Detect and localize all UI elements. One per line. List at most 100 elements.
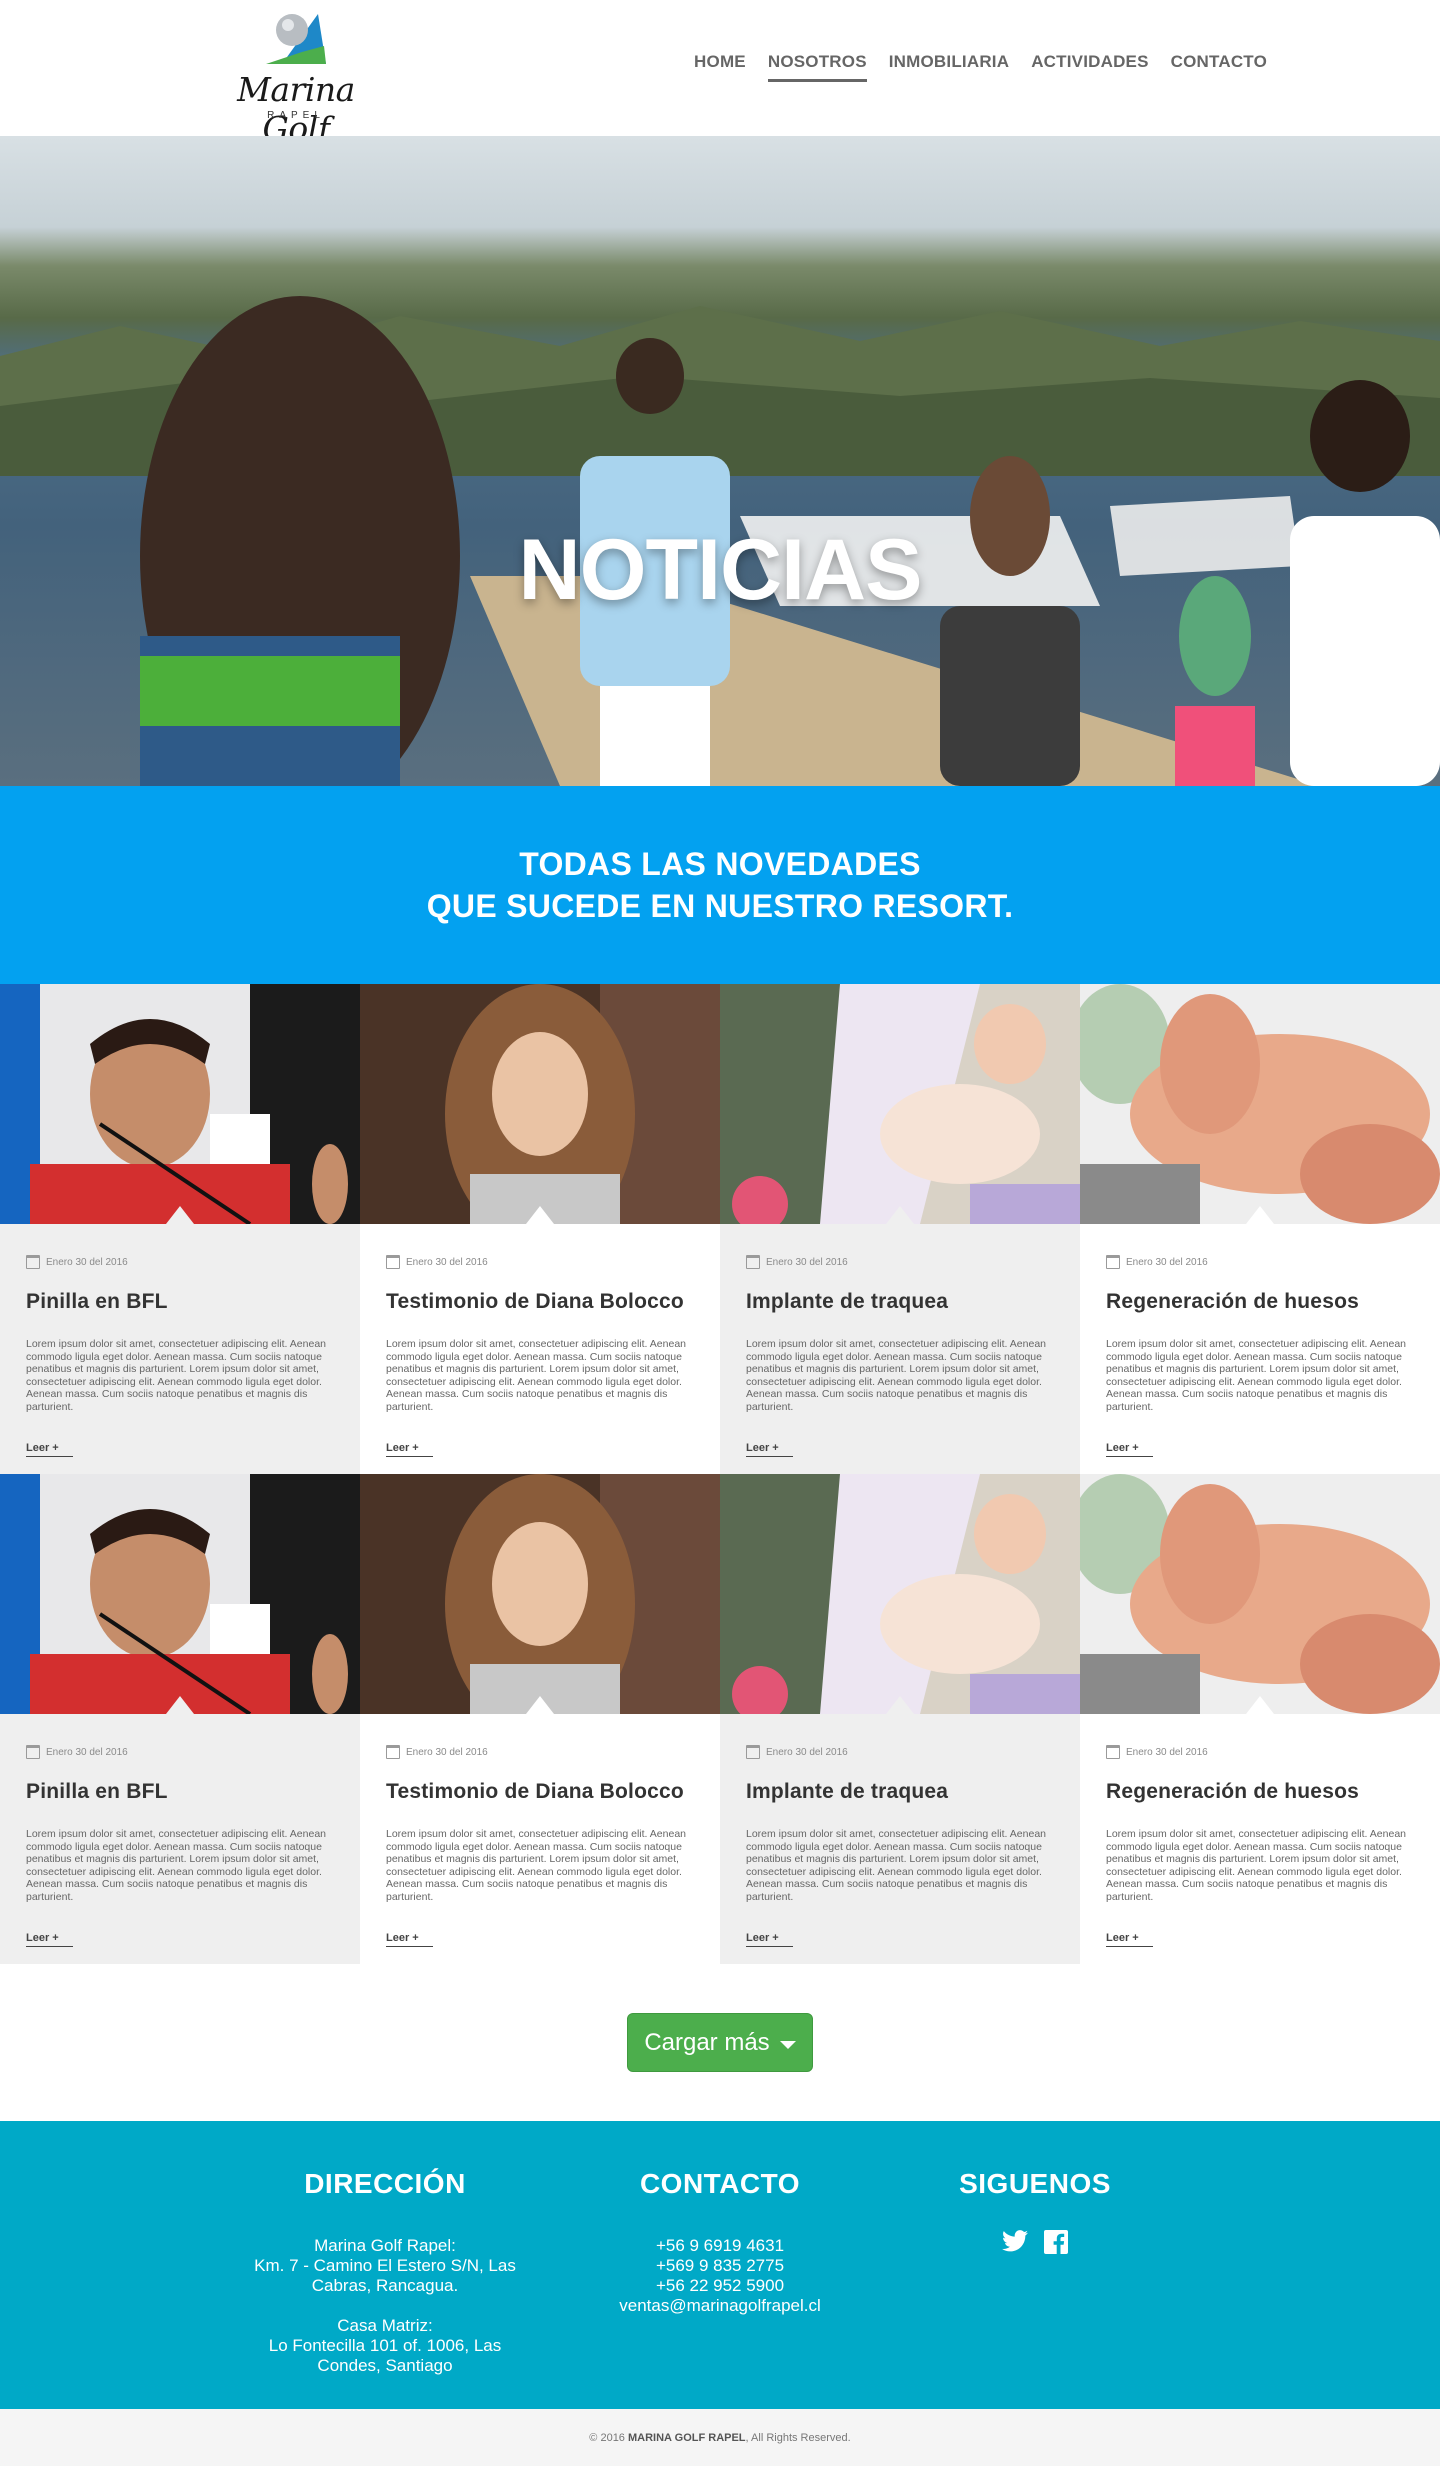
card-notch	[886, 1206, 914, 1224]
news-card[interactable]: Enero 30 del 2016 Testimonio de Diana Bo…	[360, 1474, 720, 1964]
banner-line-2: QUE SUCEDE EN NUESTRO RESORT.	[426, 888, 1014, 924]
read-more-link[interactable]: Leer +	[386, 1932, 433, 1947]
news-date: Enero 30 del 2016	[386, 1744, 694, 1760]
address-spacer	[250, 2296, 520, 2316]
news-date-text: Enero 30 del 2016	[1126, 1256, 1208, 1268]
news-photo-baby	[720, 984, 1080, 1224]
footer-address: DIRECCIÓN Marina Golf Rapel: Km. 7 - Cam…	[250, 2168, 520, 2376]
news-card[interactable]: Enero 30 del 2016 Regeneración de huesos…	[1080, 1474, 1440, 1964]
news-photo-knee	[1080, 1474, 1440, 1714]
news-title[interactable]: Pinilla en BFL	[26, 1780, 334, 1810]
news-card[interactable]: Enero 30 del 2016 Implante de traquea Lo…	[720, 984, 1080, 1474]
address-line: Casa Matriz:	[337, 2316, 433, 2335]
news-title[interactable]: Implante de traquea	[746, 1780, 1054, 1810]
address-line: Condes, Santiago	[317, 2356, 453, 2375]
news-card-image[interactable]	[1080, 984, 1440, 1224]
news-date: Enero 30 del 2016	[1106, 1254, 1414, 1270]
news-excerpt: Lorem ipsum dolor sit amet, consectetuer…	[1106, 1338, 1406, 1413]
phone-link[interactable]: +56 9 6919 4631	[590, 2236, 850, 2256]
calendar-icon	[26, 1745, 40, 1759]
news-excerpt: Lorem ipsum dolor sit amet, consectetuer…	[746, 1338, 1046, 1413]
facebook-icon[interactable]	[1044, 2230, 1068, 2259]
load-more-label: Cargar más	[644, 2028, 770, 2056]
news-card-image[interactable]	[720, 984, 1080, 1224]
news-card-image[interactable]	[720, 1474, 1080, 1714]
news-excerpt: Lorem ipsum dolor sit amet, consectetuer…	[746, 1828, 1046, 1903]
read-more-link[interactable]: Leer +	[26, 1442, 73, 1457]
news-date-text: Enero 30 del 2016	[46, 1746, 128, 1758]
calendar-icon	[746, 1255, 760, 1269]
news-photo-player	[0, 984, 360, 1224]
news-title[interactable]: Pinilla en BFL	[26, 1290, 334, 1320]
news-title[interactable]: Regeneración de huesos	[1106, 1780, 1414, 1810]
load-more-button[interactable]: Cargar más	[627, 2013, 813, 2072]
news-date: Enero 30 del 2016	[1106, 1744, 1414, 1760]
footer-address-title: DIRECCIÓN	[304, 2168, 466, 2199]
news-date-text: Enero 30 del 2016	[766, 1256, 848, 1268]
main-nav: HOME NOSOTROS INMOBILIARIA ACTIVIDADES C…	[694, 52, 1267, 82]
nav-nosotros[interactable]: NOSOTROS	[767, 52, 867, 82]
load-more-section: Cargar más	[0, 1964, 1440, 2121]
address-line: Lo Fontecilla 101 of. 1006, Las	[268, 2336, 502, 2355]
email-link[interactable]: ventas@marinagolfrapel.cl	[590, 2296, 850, 2316]
address-line: Marina Golf Rapel:	[314, 2236, 456, 2255]
news-card-image[interactable]	[0, 1474, 360, 1714]
card-notch	[886, 1696, 914, 1714]
news-title[interactable]: Regeneración de huesos	[1106, 1290, 1414, 1320]
news-card[interactable]: Enero 30 del 2016 Pinilla en BFL Lorem i…	[0, 1474, 360, 1964]
calendar-icon	[386, 1745, 400, 1759]
news-date: Enero 30 del 2016	[26, 1744, 334, 1760]
news-date: Enero 30 del 2016	[26, 1254, 334, 1270]
news-title[interactable]: Implante de traquea	[746, 1290, 1054, 1320]
copyright-prefix: © 2016	[589, 2431, 625, 2444]
site-logo[interactable]: Marina Golf RAPEL	[206, 6, 386, 148]
read-more-link[interactable]: Leer +	[1106, 1932, 1153, 1947]
nav-actividades[interactable]: ACTIVIDADES	[1031, 52, 1148, 82]
news-excerpt: Lorem ipsum dolor sit amet, consectetuer…	[26, 1828, 326, 1903]
read-more-link[interactable]: Leer +	[746, 1442, 793, 1457]
news-excerpt: Lorem ipsum dolor sit amet, consectetuer…	[26, 1338, 326, 1413]
calendar-icon	[1106, 1745, 1120, 1759]
news-card-image[interactable]	[360, 1474, 720, 1714]
read-more-link[interactable]: Leer +	[26, 1932, 73, 1947]
news-grid: Enero 30 del 2016 Pinilla en BFL Lorem i…	[0, 984, 1440, 1964]
card-notch	[166, 1696, 194, 1714]
news-card[interactable]: Enero 30 del 2016 Pinilla en BFL Lorem i…	[0, 984, 360, 1474]
card-notch	[526, 1206, 554, 1224]
news-card[interactable]: Enero 30 del 2016 Implante de traquea Lo…	[720, 1474, 1080, 1964]
copyright-bar: © 2016 MARINA GOLF RAPEL, All Rights Res…	[0, 2409, 1440, 2466]
phone-link[interactable]: +569 9 835 2775	[590, 2256, 850, 2276]
read-more-link[interactable]: Leer +	[746, 1932, 793, 1947]
calendar-icon	[386, 1255, 400, 1269]
address-line: Km. 7 - Camino El Estero S/N, Las	[254, 2256, 516, 2275]
nav-inmobiliaria[interactable]: INMOBILIARIA	[889, 52, 1009, 82]
phone-link[interactable]: +56 22 952 5900	[590, 2276, 850, 2296]
news-photo-knee	[1080, 984, 1440, 1224]
twitter-icon[interactable]	[1002, 2230, 1028, 2259]
news-title[interactable]: Testimonio de Diana Bolocco	[386, 1290, 694, 1320]
news-date-text: Enero 30 del 2016	[46, 1256, 128, 1268]
news-photo-woman	[360, 1474, 720, 1714]
footer-contact: CONTACTO +56 9 6919 4631 +569 9 835 2775…	[590, 2168, 850, 2316]
news-date: Enero 30 del 2016	[386, 1254, 694, 1270]
news-card-image[interactable]	[1080, 1474, 1440, 1714]
news-date-text: Enero 30 del 2016	[406, 1256, 488, 1268]
logo-icon	[266, 14, 326, 64]
read-more-link[interactable]: Leer +	[1106, 1442, 1153, 1457]
site-header: Marina Golf RAPEL HOME NOSOTROS INMOBILI…	[0, 0, 1440, 148]
intro-banner: TODAS LAS NOVEDADES QUE SUCEDE EN NUESTR…	[0, 786, 1440, 984]
news-card-image[interactable]	[360, 984, 720, 1224]
news-title[interactable]: Testimonio de Diana Bolocco	[386, 1780, 694, 1810]
hero-banner: NOTICIAS	[0, 136, 1440, 786]
read-more-link[interactable]: Leer +	[386, 1442, 433, 1457]
news-photo-woman	[360, 984, 720, 1224]
news-card[interactable]: Enero 30 del 2016 Regeneración de huesos…	[1080, 984, 1440, 1474]
news-date-text: Enero 30 del 2016	[406, 1746, 488, 1758]
nav-contacto[interactable]: CONTACTO	[1171, 52, 1267, 82]
card-notch	[166, 1206, 194, 1224]
news-card[interactable]: Enero 30 del 2016 Testimonio de Diana Bo…	[360, 984, 720, 1474]
news-card-image[interactable]	[0, 984, 360, 1224]
news-excerpt: Lorem ipsum dolor sit amet, consectetuer…	[386, 1828, 686, 1903]
nav-home[interactable]: HOME	[694, 52, 746, 82]
footer-contact-title: CONTACTO	[639, 2168, 801, 2199]
